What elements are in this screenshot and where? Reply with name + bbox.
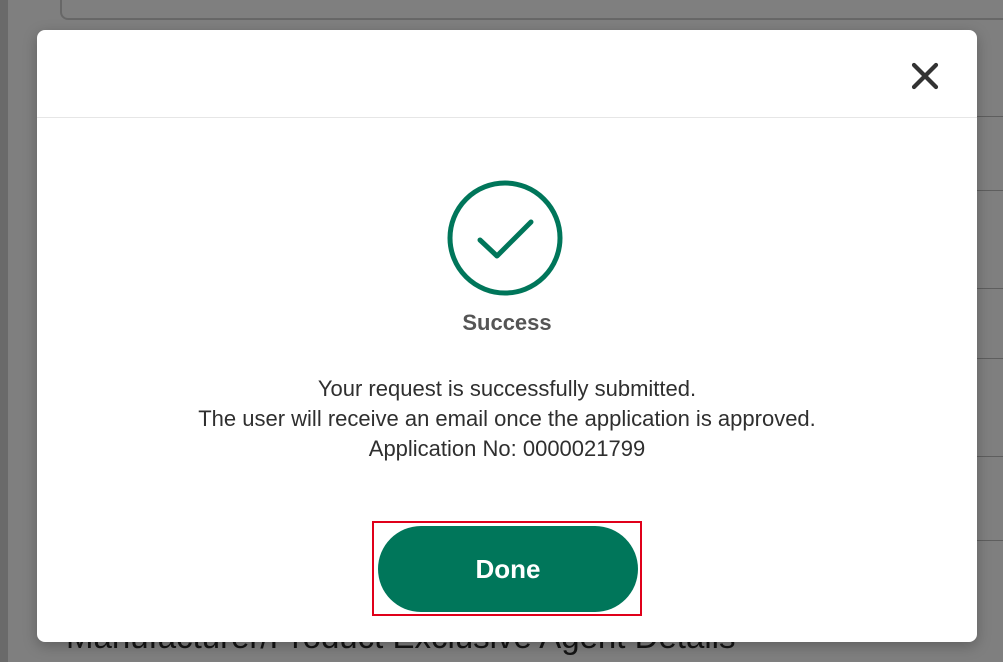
dialog-header — [37, 30, 977, 118]
message-line-email-notice: The user will receive an email once the … — [198, 406, 816, 431]
check-circle-icon — [447, 180, 563, 296]
close-button[interactable] — [905, 56, 945, 96]
close-icon — [911, 62, 939, 90]
message-line-application-number: Application No: 0000021799 — [368, 436, 646, 461]
dialog-title: Success — [462, 310, 552, 335]
background-left-edge — [0, 0, 8, 662]
done-button-highlight: Done — [372, 521, 642, 616]
message-line-confirmation: Your request is successfully submitted. — [317, 376, 697, 401]
dialog-message: Your request is successfully submitted. … — [37, 374, 977, 464]
dialog-body: Success Your request is successfully sub… — [37, 118, 977, 642]
done-button[interactable]: Done — [378, 526, 638, 612]
success-dialog: Success Your request is successfully sub… — [37, 30, 977, 642]
